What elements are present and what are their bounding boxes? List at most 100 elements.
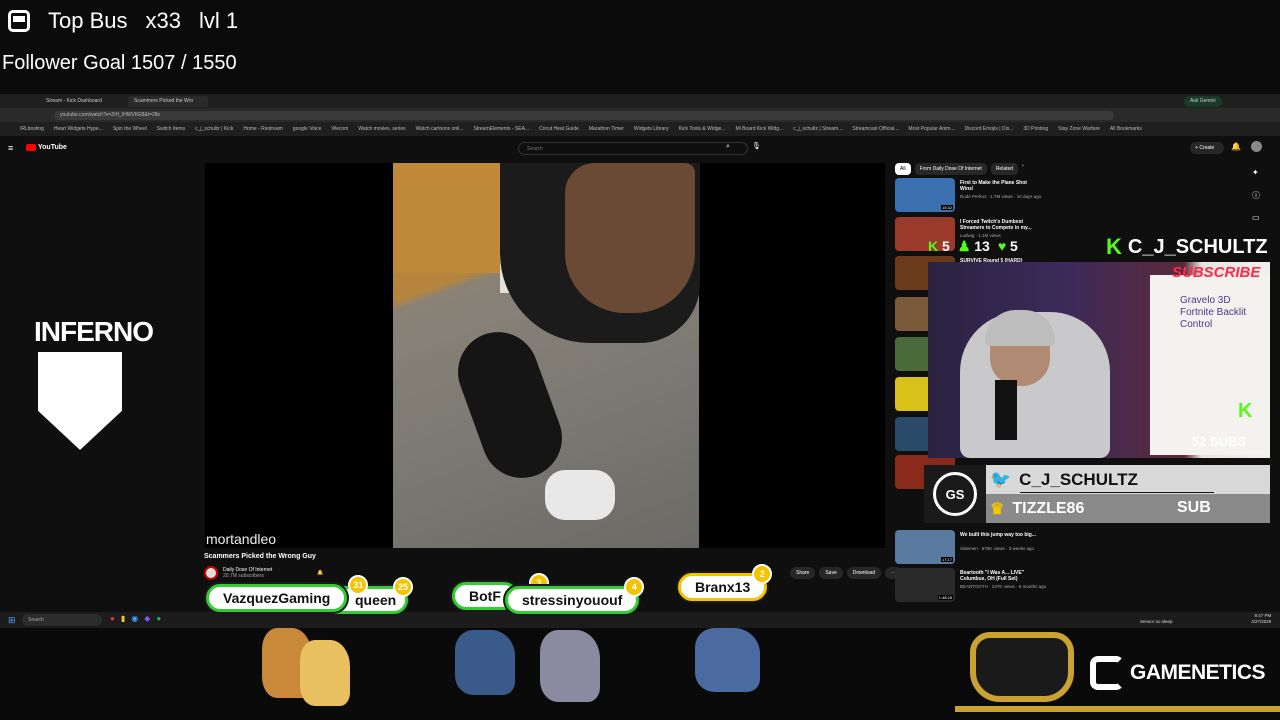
bookmark-item[interactable]: c_j_schultz | Stream... [793,126,842,132]
save-button[interactable]: Save [819,567,843,579]
recommendation-title[interactable]: We built this jump way too big... [960,532,1040,538]
bookmark-item[interactable]: Streamcast Official... [852,126,898,132]
menu-icon[interactable]: ≡ [8,143,13,153]
gamenetics-icon [1090,656,1124,690]
channel-row: Daily Dose Of Internet 20.7M subscribers… [204,565,323,581]
recommendation-thumbnail[interactable]: 1:48:28 [895,568,955,602]
discord-icon[interactable]: ◆ [144,614,150,623]
share-button[interactable]: Share [790,567,816,579]
spotify-icon[interactable]: ● [156,614,161,623]
chrome-icon[interactable]: ◉ [131,614,138,623]
recommendation-title[interactable]: I Forced Twitch's Dumbest Streamers to C… [960,219,1040,231]
search-icon[interactable]: ⌕ [726,143,730,151]
crown-icon: ♛ [990,501,1005,518]
kick-stat-viewers: ♟ 13 [957,238,990,254]
recommendation-item[interactable]: 17:17 We built this jump way too big... Si… [895,530,1115,566]
tray-notification[interactable]: Sensor no sleep [1140,619,1210,625]
windows-start-icon[interactable]: ⊞ [8,615,16,626]
ask-gemini-button[interactable]: Ask Gemini [1184,96,1222,107]
channel-avatar[interactable] [204,566,218,580]
url-field[interactable]: youtube.com/watch?v=ZiH_IHWVKE8&t=28s [54,111,1114,120]
video-title: Scammers Picked the Wrong Guy [204,553,316,560]
chevron-right-icon[interactable]: › [1022,163,1024,175]
bookmark-item[interactable]: Stay Zone Warfare [1058,126,1100,132]
video-scene-hair [565,163,695,313]
chat-icon[interactable]: ▭ [1252,213,1260,222]
recommendation-thumbnail[interactable]: 15:32 [895,178,955,212]
chip-from-channel[interactable]: From Daily Dose Of Internet [914,163,987,175]
chip-related[interactable]: Related [990,163,1019,175]
tab-bar: Stream - Kick Dashboard Scammers Picked … [0,94,1280,108]
bookmark-item[interactable]: Widgets Library [634,126,669,132]
bookmark-item[interactable]: google Voice [293,126,322,132]
bookmark-item[interactable]: Heart Widgets Hype... [54,126,103,132]
taskbar-search[interactable]: Search [22,614,102,626]
recommendation-title[interactable]: Beartooth "I Was A... LIVE" Columbus, OH… [960,570,1040,582]
bookmark-item[interactable]: Watch movies, series [358,126,405,132]
microphone [995,380,1017,440]
bookmark-item[interactable]: IRLbosting [20,126,44,132]
kick-logo-icon: K [1238,400,1253,422]
bookmark-item[interactable]: 3D Printing [1023,126,1048,132]
bookmark-item[interactable]: Watch cartoons onli... [416,126,464,132]
kick-stat-likes: ♥ 5 [997,238,1018,254]
kick-brand-icon: K [1106,234,1122,259]
top-bus-count: x33 [145,8,181,33]
bookmark-item[interactable]: c_j_schultz | Kick [195,126,233,132]
youtube-logo[interactable]: YouTube [26,144,67,151]
tab-youtube-video[interactable]: Scammers Picked the Wro [128,96,208,107]
bookmark-item[interactable]: StreamElements - SEA... [474,126,530,132]
video-scene-wall [393,163,503,273]
search-input[interactable]: Search [518,142,748,155]
recommendation-title[interactable]: First to Make the Plane Shot Wins! [960,180,1040,192]
recommendation-chips: All From Daily Dose Of Internet Related … [895,163,1024,175]
bookmark-item[interactable]: Kick Tools & Widge... [679,126,726,132]
bookmark-item[interactable]: Most Popular Anim... [908,126,954,132]
bookmark-item[interactable]: Switch Items [157,126,185,132]
bookmark-item[interactable]: All Bookmarks [1110,126,1142,132]
chat-badge: Branx13 2 [678,564,773,601]
bus-icon [8,10,30,32]
tab-kick-dashboard[interactable]: Stream - Kick Dashboard [40,96,120,107]
app-icon-record[interactable]: ● [110,614,115,623]
youtube-play-icon [26,144,36,151]
twitter-icon: 🐦 [990,470,1012,489]
windows-taskbar [0,612,1280,628]
recommendation-meta: BEARTOOTH · 237K views · 5 months ago [960,584,1047,589]
download-button[interactable]: Download [846,567,881,579]
bookmark-item[interactable]: Cricut Heat Guide [539,126,579,132]
bookmark-item[interactable]: Mi Board Kick Widg... [735,126,783,132]
sparkle-icon[interactable]: ✦ [1252,168,1259,177]
top-bus-label: Top Bus [48,8,128,33]
gamenetics-logo: GAMENETICS [1090,656,1266,690]
folder-icon[interactable]: ▮ [121,614,125,623]
pokemon-gabite [695,628,760,692]
bell-icon[interactable]: 🔔 [1231,142,1241,151]
kick-stats: K 5 ♟ 13 ♥ 5 [928,238,1018,255]
recommendation-item[interactable]: 1:48:28 Beartooth "I Was A... LIVE" Colum… [895,568,1115,604]
bookmark-item[interactable]: Wecom [331,126,348,132]
whiteboard-text: Gravelo 3D Fortnite Backlit Control [1180,295,1247,330]
chat-badge: VazquezGaming 31 [206,575,369,612]
avatar[interactable] [1251,141,1262,152]
team-badge-logo: GS [933,472,977,516]
heart-icon: ♥ [997,238,1007,254]
recommendation-item[interactable]: 15:32 First to Make the Plane Shot Wins! D… [895,178,1115,214]
chip-all[interactable]: All [895,163,911,175]
mic-icon[interactable]: 🎙 [752,142,761,150]
twitter-handle-row: 🐦 C_J_SCHULTZ [990,470,1138,489]
recommendation-thumbnail[interactable]: 17:17 [895,530,955,564]
pokemon-typhlosion [300,640,350,706]
bookmark-item[interactable]: Discord Emojis | Dis... [965,126,1014,132]
sub-label: SUB [1177,499,1211,516]
pokemon-lucario [540,630,600,702]
notification-bell-icon[interactable]: 🔔 [317,570,323,576]
pokemon-gible [455,630,515,695]
bookmark-item[interactable]: Home - Restream [243,126,282,132]
subscribe-sign: SUBSCRIBE [1172,264,1261,281]
bookmark-item[interactable]: Marathon Timer [589,126,624,132]
bookmarks-bar: IRLbosting Heart Widgets Hype... Spin the … [0,122,1280,136]
create-button[interactable]: + Create [1190,142,1224,154]
bookmark-item[interactable]: Spin the Wheel [113,126,147,132]
info-icon[interactable]: ⓘ [1252,190,1260,201]
